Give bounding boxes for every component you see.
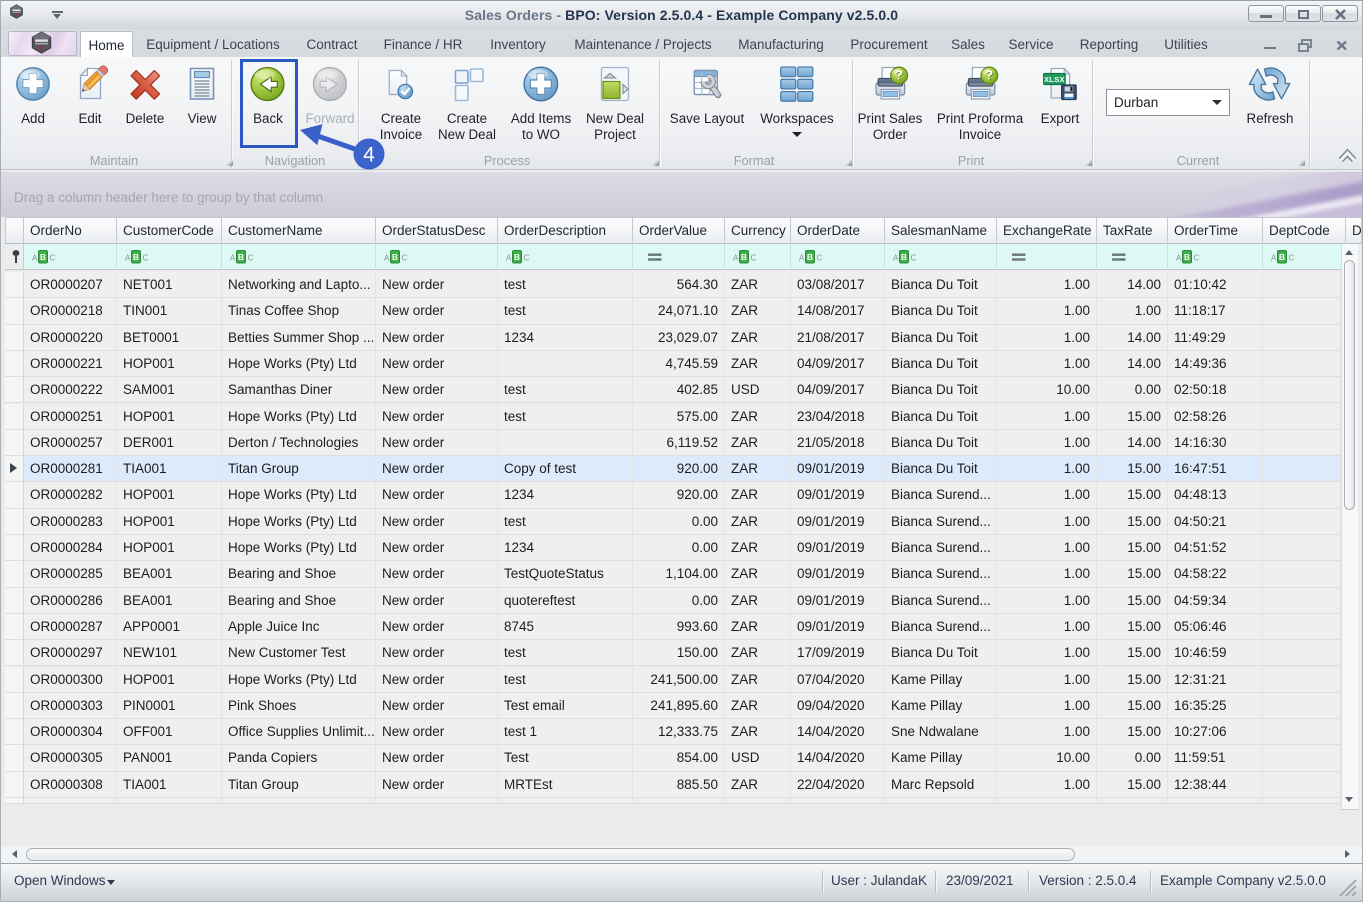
svg-text:C: C	[248, 254, 254, 263]
svg-text:B: B	[392, 252, 398, 262]
svg-text:C: C	[143, 254, 149, 263]
svg-text:A: A	[506, 254, 512, 263]
svg-text:A: A	[1176, 254, 1182, 263]
svg-text:A: A	[733, 254, 739, 263]
svg-text:A: A	[125, 254, 131, 263]
svg-text:C: C	[1289, 254, 1295, 263]
svg-text:C: C	[817, 254, 823, 263]
svg-text:B: B	[1279, 252, 1285, 262]
svg-text:B: B	[40, 252, 46, 262]
svg-text:C: C	[911, 254, 917, 263]
svg-text:4: 4	[363, 144, 375, 167]
svg-text:A: A	[799, 254, 805, 263]
svg-text:A: A	[1271, 254, 1277, 263]
svg-text:A: A	[384, 254, 390, 263]
svg-text:B: B	[514, 252, 520, 262]
svg-text:B: B	[238, 252, 244, 262]
svg-text:XLSX: XLSX	[1044, 75, 1065, 84]
svg-text:A: A	[32, 254, 38, 263]
svg-text:B: B	[741, 252, 747, 262]
svg-text:C: C	[50, 254, 56, 263]
svg-text:?: ?	[985, 68, 993, 83]
svg-text:A: A	[230, 254, 236, 263]
svg-text:B: B	[807, 252, 813, 262]
svg-text:B: B	[1184, 252, 1190, 262]
svg-text:B: B	[133, 252, 139, 262]
svg-text:C: C	[751, 254, 757, 263]
svg-text:B: B	[901, 252, 907, 262]
svg-text:A: A	[893, 254, 899, 263]
svg-text:C: C	[1194, 254, 1200, 263]
svg-text:C: C	[524, 254, 530, 263]
svg-text:?: ?	[895, 68, 903, 83]
svg-text:C: C	[402, 254, 408, 263]
